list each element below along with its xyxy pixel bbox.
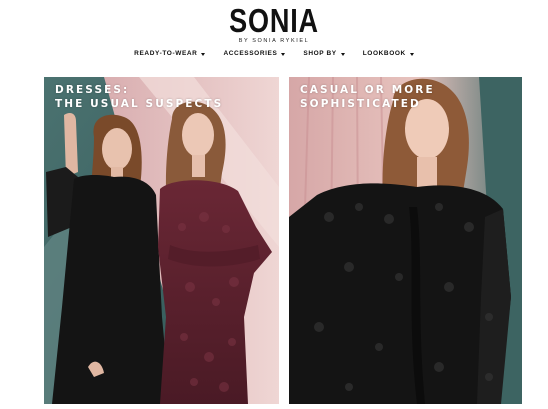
main-nav: READY-TO-WEAR ACCESSORIES SHOP BY LOOKBO… — [0, 48, 548, 60]
panel-heading-line: CASUAL OR MORE — [300, 84, 435, 96]
nav-label: SHOP BY — [303, 50, 337, 57]
brand-tagline: BY SONIA RYKIEL — [238, 38, 310, 44]
dresses-photo — [44, 77, 279, 404]
nav-item-shop-by[interactable]: SHOP BY — [303, 48, 345, 60]
nav-item-ready-to-wear[interactable]: READY-TO-WEAR — [134, 48, 206, 60]
nav-label: ACCESSORIES — [223, 50, 278, 57]
promo-panel-casual[interactable]: CASUAL OR MORE SOPHISTICATED — [289, 77, 522, 404]
chevron-down-icon — [201, 52, 206, 56]
nav-label: LOOKBOOK — [362, 50, 406, 57]
panel-heading[interactable]: CASUAL OR MORE SOPHISTICATED — [300, 83, 435, 111]
chevron-down-icon — [340, 52, 345, 56]
panel-heading[interactable]: DRESSES: THE USUAL SUSPECTS — [55, 83, 223, 111]
casual-photo — [289, 77, 522, 404]
brand-logo[interactable]: SONIA — [49, 3, 498, 39]
site-header: SONIA BY SONIA RYKIEL READY-TO-WEAR ACCE… — [0, 0, 548, 70]
chevron-down-icon — [281, 52, 286, 56]
panel-heading-line: THE USUAL SUSPECTS — [55, 98, 224, 110]
panel-heading-line: SOPHISTICATED — [300, 98, 421, 110]
panel-heading-line: DRESSES: — [55, 84, 130, 96]
nav-item-accessories[interactable]: ACCESSORIES — [223, 48, 286, 60]
promo-panel-dresses[interactable]: DRESSES: THE USUAL SUSPECTS — [44, 77, 279, 404]
nav-item-lookbook[interactable]: LOOKBOOK — [363, 48, 414, 60]
chevron-down-icon — [409, 52, 414, 56]
nav-label: READY-TO-WEAR — [134, 50, 198, 57]
